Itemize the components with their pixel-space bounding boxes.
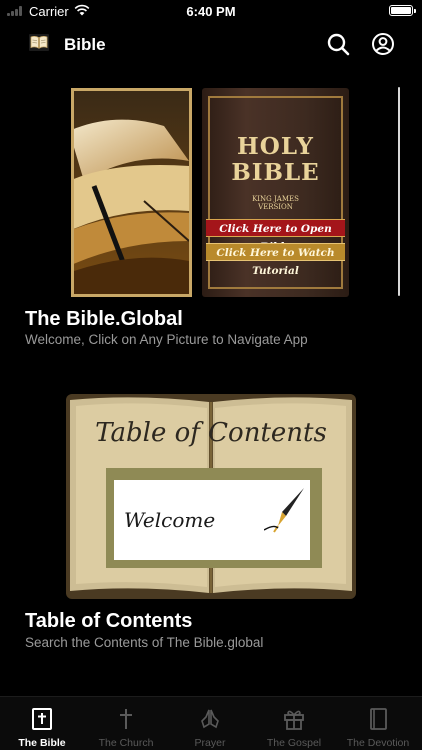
scroll-indicator bbox=[398, 87, 400, 296]
tab-prayer[interactable]: Prayer bbox=[168, 697, 252, 750]
page-title: Bible bbox=[64, 35, 106, 54]
battery-level bbox=[391, 7, 411, 14]
battery-icon bbox=[389, 5, 416, 16]
cover-title-line-1: HOLY bbox=[237, 133, 314, 160]
cross-icon bbox=[120, 709, 132, 729]
open-bible-photo[interactable] bbox=[71, 88, 192, 297]
welcome-panel: Welcome bbox=[114, 480, 310, 560]
welcome-text: Welcome bbox=[124, 508, 216, 532]
status-bar: Carrier 6:40 PM bbox=[0, 0, 422, 22]
card-subtitle: Welcome, Click on Any Picture to Navigat… bbox=[25, 332, 308, 347]
cover-version-line-2: VERSION bbox=[258, 203, 293, 211]
clock-time: 6:40 PM bbox=[186, 4, 236, 19]
tab-the-church[interactable]: The Church bbox=[84, 697, 168, 750]
tab-the-devotion[interactable]: The Devotion bbox=[336, 697, 420, 750]
book-icon bbox=[29, 34, 49, 51]
tab-label: The Gospel bbox=[266, 737, 322, 749]
cover-title-line-2: BIBLE bbox=[231, 159, 320, 186]
cover-version-label: KING JAMES VERSION bbox=[202, 195, 349, 211]
tab-label: The Church bbox=[98, 737, 154, 749]
card-subtitle: Search the Contents of The Bible.global bbox=[25, 635, 264, 650]
open-bible-illustration bbox=[74, 91, 189, 294]
tab-the-bible[interactable]: The Bible bbox=[0, 697, 84, 750]
fountain-pen-icon bbox=[264, 488, 304, 533]
user-circle-icon[interactable] bbox=[371, 32, 395, 56]
bible-cross-icon bbox=[32, 708, 52, 730]
search-icon[interactable] bbox=[326, 32, 350, 56]
gift-icon bbox=[284, 710, 304, 730]
watch-tutorial-button[interactable]: Click Here to Watch Tutorial bbox=[206, 243, 345, 277]
navigation-bar: Bible bbox=[0, 22, 422, 66]
content-scroll-area[interactable]: HOLY BIBLE KING JAMES VERSION Click Here… bbox=[0, 66, 422, 696]
tab-label: The Bible bbox=[18, 737, 66, 749]
tab-label: Prayer bbox=[194, 737, 226, 749]
holy-bible-cover[interactable]: HOLY BIBLE KING JAMES VERSION Click Here… bbox=[202, 88, 349, 297]
tab-the-gospel[interactable]: The Gospel bbox=[252, 697, 336, 750]
tab-label: The Devotion bbox=[346, 737, 410, 749]
book-heading: Table of Contents bbox=[95, 418, 327, 448]
book-icon bbox=[370, 708, 387, 730]
card-title: The Bible.Global bbox=[25, 308, 183, 330]
prayer-hands-icon bbox=[201, 709, 219, 729]
card-title: Table of Contents bbox=[25, 610, 193, 632]
cover-version-line-1: KING JAMES bbox=[252, 195, 299, 203]
tab-bar: The Bible The Church Prayer The Gospel T… bbox=[0, 696, 422, 750]
open-bible-button[interactable]: Click Here to Open Bible bbox=[206, 219, 345, 253]
